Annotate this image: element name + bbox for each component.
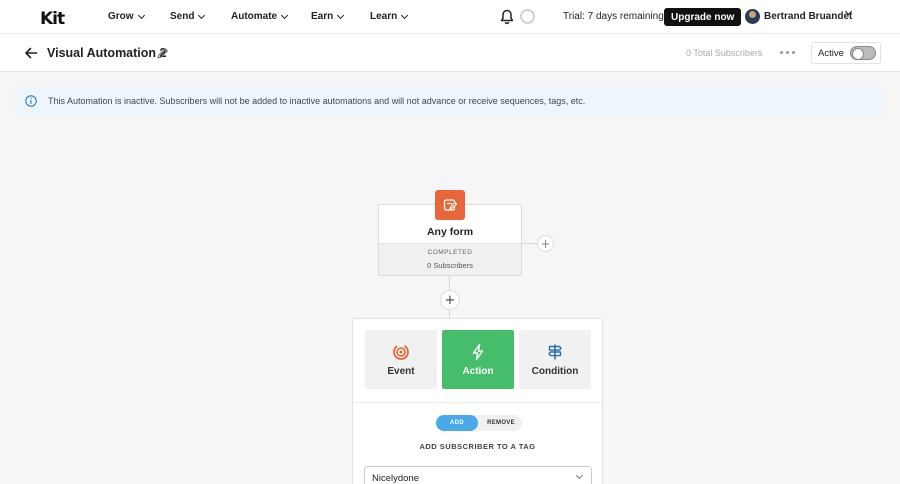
user-name[interactable]: Bertrand Bruandet — [764, 11, 852, 22]
bell-icon[interactable] — [500, 9, 514, 25]
step-option-event[interactable]: Event — [365, 330, 437, 389]
active-toggle-container[interactable]: Active — [811, 42, 881, 64]
upgrade-now-button[interactable]: Upgrade now — [664, 8, 742, 26]
chevron-down-icon — [137, 11, 145, 19]
field-label: ADD SUBSCRIBER TO A TAG — [419, 442, 536, 451]
nav-item-learn[interactable]: Learn — [370, 11, 409, 22]
back-arrow-icon[interactable] — [24, 46, 38, 60]
nav-item-label: Grow — [108, 11, 134, 22]
nav-item-label: Automate — [231, 11, 278, 22]
top-navigation: Kit Grow Send Automate Earn Learn Trial:… — [0, 0, 900, 34]
nav-item-label: Learn — [370, 11, 398, 22]
nav-item-automate[interactable]: Automate — [231, 11, 289, 22]
form-icon — [435, 190, 465, 220]
add-remove-segmented-control: ADD REMOVE — [436, 415, 522, 431]
inactive-info-banner: This Automation is inactive. Subscribers… — [14, 86, 884, 116]
chevron-down-icon — [575, 471, 584, 480]
nav-item-label: Earn — [311, 11, 334, 22]
event-icon — [393, 344, 409, 360]
chevron-down-icon — [337, 11, 345, 19]
avatar[interactable] — [745, 9, 760, 24]
pencil-icon[interactable] — [156, 47, 169, 60]
step-type-options: Event Action Condition — [353, 319, 602, 403]
step-option-condition[interactable]: Condition — [519, 330, 591, 389]
step-option-label: Action — [462, 366, 494, 377]
step-option-label: Event — [387, 366, 415, 377]
nav-item-label: Send — [170, 11, 195, 22]
connector-line — [522, 243, 537, 244]
page-title: Visual Automation 2 — [47, 46, 167, 60]
signpost-icon — [548, 344, 562, 360]
connector-line — [449, 310, 450, 318]
node-subscriber-count: 0 Subscribers — [427, 261, 473, 270]
automation-header: Visual Automation 2 0 Total Subscribers … — [0, 34, 900, 72]
trial-status: Trial: 7 days remaining — [563, 11, 664, 22]
add-tab[interactable]: ADD — [436, 415, 478, 431]
banner-message: This Automation is inactive. Subscribers… — [48, 96, 586, 106]
kit-logo[interactable]: Kit — [40, 9, 65, 29]
nav-item-grow[interactable]: Grow — [108, 11, 145, 22]
nav-item-earn[interactable]: Earn — [311, 11, 345, 22]
nav-item-send[interactable]: Send — [170, 11, 206, 22]
chevron-down-icon — [198, 11, 206, 19]
node-title: Any form — [426, 226, 474, 238]
node-stats: COMPLETED 0 Subscribers — [379, 243, 521, 275]
step-chooser-panel: Event Action Condition ADD REMOVE ADD SU… — [352, 318, 603, 484]
step-option-label: Condition — [531, 366, 579, 377]
connector-line — [449, 276, 450, 291]
active-toggle[interactable] — [850, 46, 876, 60]
chevron-down-icon — [281, 11, 289, 19]
active-label: Active — [818, 48, 844, 59]
node-status: COMPLETED — [427, 249, 473, 256]
total-subscribers-count: 0 Total Subscribers — [686, 48, 763, 58]
lightning-icon — [472, 343, 484, 361]
add-branch-button[interactable]: + — [537, 235, 554, 252]
chevron-down-icon — [401, 11, 409, 19]
loading-spinner-icon — [520, 9, 535, 24]
add-step-button[interactable]: + — [440, 290, 460, 310]
more-options-icon[interactable] — [780, 51, 795, 54]
remove-tab[interactable]: REMOVE — [480, 415, 522, 431]
info-icon — [25, 95, 37, 107]
tag-select[interactable]: Nicelydone — [364, 466, 592, 484]
tag-select-value: Nicelydone — [372, 473, 419, 484]
step-option-action[interactable]: Action — [442, 330, 514, 389]
